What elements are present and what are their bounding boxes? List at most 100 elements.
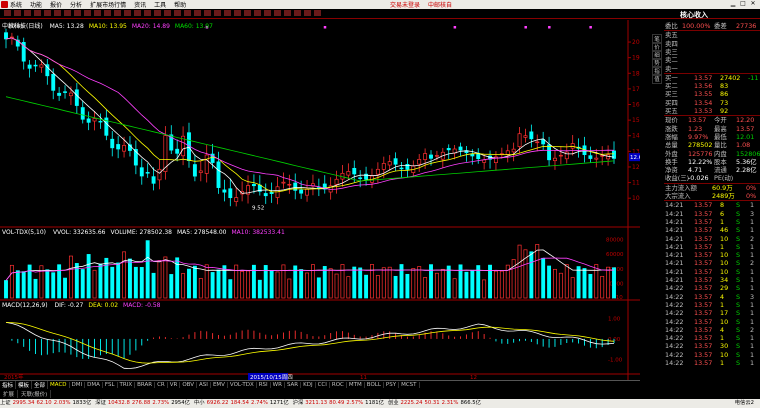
toolbar-button-icon[interactable]	[54, 10, 61, 16]
kline-chart-area[interactable]: 20.0019.0018.0017.0016.0015.0014.0013.00…	[0, 20, 640, 380]
toolbar-button-icon[interactable]	[294, 10, 301, 16]
toolbar-button-icon[interactable]	[144, 10, 151, 16]
toolbar-button-icon[interactable]	[84, 10, 91, 16]
toolbar-button-icon[interactable]	[264, 10, 271, 16]
menu-item-quotes[interactable]: 报价	[50, 0, 62, 9]
indicator-tab[interactable]: CCI	[316, 382, 330, 388]
bottom-side-tab[interactable]: 扩展	[0, 390, 19, 398]
menu-item-extended-market[interactable]: 扩展市场行情	[90, 0, 126, 9]
indicator-tab[interactable]: BRAR	[135, 382, 156, 388]
index-quote[interactable]: 上证 2995.34 62.10 2.03% 1833亿	[0, 400, 93, 406]
candle-body	[110, 138, 115, 149]
bottom-side-tab[interactable]: 天联(报价)	[18, 390, 52, 398]
menu-item-analysis[interactable]: 分析	[70, 0, 82, 9]
indicator-tab[interactable]: TRIX	[118, 382, 136, 388]
toolbar-button-icon[interactable]	[284, 10, 291, 16]
toolbar-button-icon[interactable]	[254, 10, 261, 16]
toolbar-button-icon[interactable]	[174, 10, 181, 16]
toolbar-button-icon[interactable]	[4, 10, 11, 16]
toolbar-button-icon[interactable]	[274, 10, 281, 16]
tick-time: 14:21	[665, 209, 684, 218]
toolbar-button-icon[interactable]	[194, 10, 201, 16]
panel-side-tab[interactable]: 值	[652, 74, 662, 84]
stat-label: 流通	[714, 166, 727, 175]
toolbar-button-icon[interactable]	[154, 10, 161, 16]
indicator-tab[interactable]: BOLL	[365, 382, 384, 388]
indicator-tab[interactable]: SAR	[285, 382, 302, 388]
tick-volume: 30	[720, 342, 729, 351]
indicator-tab[interactable]: MTM	[347, 382, 365, 388]
menu-item-function[interactable]: 功能	[30, 0, 42, 9]
toolbar-button-icon[interactable]	[134, 10, 141, 16]
tick-count: 1	[750, 342, 755, 351]
toolbar-button-icon[interactable]	[314, 10, 321, 16]
toolbar-button-icon[interactable]	[244, 10, 251, 16]
toolbar-button-icon[interactable]	[124, 10, 131, 16]
toolbar-button-icon[interactable]	[224, 10, 231, 16]
index-quote[interactable]: 创业 2225.24 50.31 2.31% 866.5亿	[388, 400, 483, 406]
toolbar-button-icon[interactable]	[104, 10, 111, 16]
indicator-tab[interactable]: 指标	[0, 381, 17, 389]
indicator-tab[interactable]: PSY	[384, 382, 400, 388]
candle-body	[92, 118, 97, 122]
toolbar-button-icon[interactable]	[64, 10, 71, 16]
indicator-tab[interactable]: ROC	[330, 382, 347, 388]
toolbar-button-icon[interactable]	[184, 10, 191, 16]
indicator-tab[interactable]: 模板	[16, 381, 33, 389]
indicator-tab[interactable]: FSL	[103, 382, 118, 388]
indicator-tab[interactable]: OBV	[180, 382, 198, 388]
menu-item-help[interactable]: 帮助	[174, 0, 186, 9]
toolbar-button-icon[interactable]	[94, 10, 101, 16]
toolbar-button-icon[interactable]	[234, 10, 241, 16]
indicator-tab[interactable]: VR	[168, 382, 181, 388]
volume-bar	[57, 264, 62, 299]
buy-volume: 73	[720, 98, 729, 107]
toolbar-button-icon[interactable]	[14, 10, 21, 16]
toolbar-button-icon[interactable]	[214, 10, 221, 16]
flow-value: 60.9万	[712, 183, 733, 192]
indicator-tab[interactable]: DMI	[70, 382, 86, 388]
toolbar-button-icon[interactable]	[204, 10, 211, 16]
buy-level-label: 买二	[665, 82, 678, 91]
menu-item-news[interactable]: 资讯	[134, 0, 146, 9]
indicator-tab[interactable]: VOL-TDX	[228, 382, 257, 388]
toolbar-button-icon[interactable]	[24, 10, 31, 16]
menu-item-tools[interactable]: 工具	[154, 0, 166, 9]
volume-bar	[541, 257, 546, 299]
tick-count: 1	[750, 309, 755, 318]
volume-bar	[80, 269, 85, 299]
index-quote[interactable]: 中小 6926.22 184.54 2.74% 1271亿	[194, 400, 291, 406]
vol-legend-item: VVOL: 332635.66	[52, 229, 106, 236]
indicator-tab[interactable]: EMV	[211, 382, 228, 388]
index-quote[interactable]: 沪深 3211.13 80.49 2.57% 1181亿	[293, 400, 386, 406]
indicator-tab[interactable]: DMA	[85, 382, 103, 388]
indicator-tab[interactable]: WR	[271, 382, 285, 388]
tick-count: 3	[750, 292, 755, 301]
price-axis-label: 17.00	[632, 86, 640, 93]
toolbar-button-icon[interactable]	[304, 10, 311, 16]
toolbar-button-icon[interactable]	[74, 10, 81, 16]
tick-count: 1	[750, 251, 755, 260]
maximize-icon[interactable]: □	[738, 0, 748, 8]
tick-price: 13.57	[694, 226, 713, 235]
indicator-tab[interactable]: MCST	[399, 382, 420, 388]
toolbar-button-icon[interactable]	[114, 10, 121, 16]
toolbar-button-icon[interactable]	[34, 10, 41, 16]
toolbar-button-icon[interactable]	[164, 10, 171, 16]
index-quote[interactable]: 深证 10432.8 276.88 2.73% 2954亿	[95, 400, 192, 406]
indicator-tab[interactable]: MACD	[48, 382, 70, 388]
volume-bar	[311, 264, 315, 299]
indicator-tab[interactable]: KDJ	[301, 382, 316, 388]
menu-item-system[interactable]: 系统	[10, 0, 22, 9]
indicator-tab[interactable]: RSI	[257, 382, 271, 388]
tick-row: 14:22 13.57 10 S 1	[664, 318, 760, 326]
minimize-icon[interactable]: ▁	[728, 0, 738, 8]
indicator-tab[interactable]: ASI	[197, 382, 211, 388]
indicator-tab[interactable]: 全部	[32, 381, 49, 389]
stat-label: 现价	[665, 116, 678, 125]
close-icon[interactable]: ✕	[748, 0, 758, 8]
volume-bar	[116, 262, 121, 299]
trade-login-status[interactable]: 交易未登录	[390, 2, 420, 9]
indicator-tab[interactable]: CR	[155, 382, 168, 388]
toolbar-button-icon[interactable]	[44, 10, 51, 16]
